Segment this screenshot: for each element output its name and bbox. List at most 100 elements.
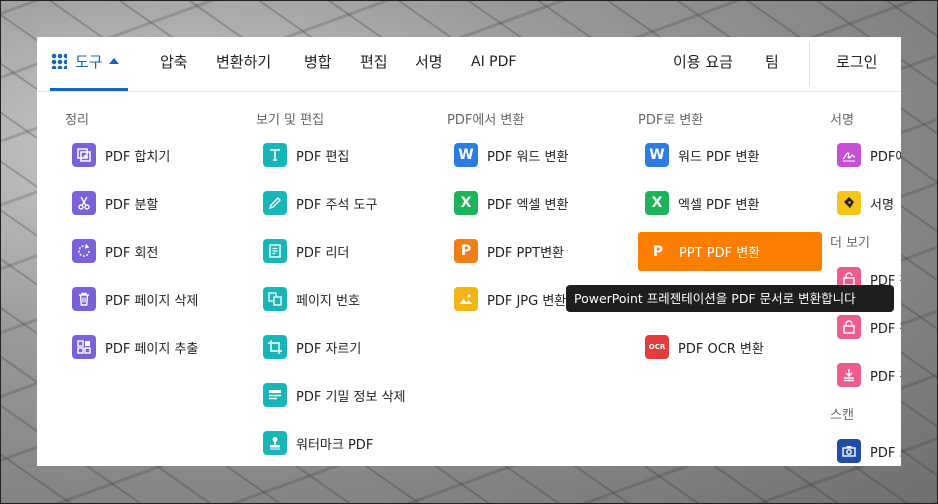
- crop-icon: [263, 335, 287, 359]
- nav-divider: [809, 42, 810, 86]
- item-label: 서명: [870, 197, 894, 213]
- text-edit-icon: [263, 143, 287, 167]
- col-title-from-pdf: PDF에서 변환: [447, 113, 525, 128]
- item-word-to-pdf[interactable]: W 워드 PDF 변환: [637, 136, 759, 174]
- item-label: PDF 페이지 추출: [105, 341, 199, 357]
- item-sign[interactable]: 서명: [829, 184, 894, 222]
- item-label: PDF PPT변환: [487, 245, 564, 261]
- item-label: PDF 편집: [296, 149, 350, 165]
- item-label: 엑셀 PDF 변환: [678, 197, 760, 213]
- nav-sign[interactable]: 서명: [415, 37, 443, 91]
- caret-up-icon: [108, 58, 119, 64]
- item-label: PDF에: [870, 149, 901, 165]
- col-title-more: 더 보기: [830, 236, 871, 251]
- scissors-icon: [72, 191, 96, 215]
- extract-grid-icon: [72, 335, 96, 359]
- nav-edit[interactable]: 편집: [360, 37, 388, 91]
- grid-icon: [51, 53, 67, 69]
- nav-merge[interactable]: 병합: [304, 37, 332, 91]
- word-icon: W: [645, 143, 669, 167]
- item-pdf-reader[interactable]: PDF 리더: [255, 232, 349, 270]
- item-pdf-to-ppt[interactable]: P PDF PPT변환: [446, 232, 564, 270]
- tooltip: PowerPoint 프레젠테이션을 PDF 문서로 변환합니다: [566, 285, 894, 312]
- item-watermark-pdf[interactable]: 워터마크 PDF: [255, 424, 373, 462]
- nav-tools-menu[interactable]: 도구: [51, 37, 119, 91]
- ocr-icon: OCR: [645, 335, 669, 359]
- col-title-view-edit: 보기 및 편집: [256, 113, 325, 128]
- nav-pricing[interactable]: 이용 요금: [673, 37, 733, 91]
- item-label: PDF 합치기: [105, 149, 171, 165]
- flatten-icon: [837, 363, 861, 387]
- merge-icon: [72, 143, 96, 167]
- col-title-to-pdf: PDF로 변환: [638, 113, 704, 128]
- item-rotate-pdf[interactable]: PDF 회전: [64, 232, 158, 270]
- signature-icon: [837, 143, 861, 167]
- item-label: 페이지 번호: [296, 293, 360, 309]
- item-edit-pdf[interactable]: PDF 편집: [255, 136, 349, 174]
- col-title-sign: 서명: [830, 113, 854, 128]
- col-title-organize: 정리: [65, 113, 89, 128]
- item-excel-to-pdf[interactable]: X 엑셀 PDF 변환: [637, 184, 759, 222]
- item-label: PDF 워드 변환: [487, 149, 569, 165]
- item-label: PDF 페이지 삭제: [105, 293, 199, 309]
- item-split-pdf[interactable]: PDF 분할: [64, 184, 158, 222]
- document-icon: [263, 239, 287, 263]
- item-merge-pdf[interactable]: PDF 합치기: [64, 136, 170, 174]
- item-label: 워드 PDF 변환: [678, 149, 760, 165]
- camera-icon: [837, 439, 861, 463]
- item-delete-pages[interactable]: PDF 페이지 삭제: [64, 280, 198, 318]
- item-pdf-to-jpg[interactable]: PDF JPG 변환: [446, 280, 566, 318]
- nav-ai-pdf[interactable]: AI PDF: [471, 37, 516, 91]
- item-label: PDF 평: [870, 369, 901, 385]
- excel-icon: X: [454, 191, 478, 215]
- item-sign-pdf[interactable]: PDF에: [829, 136, 901, 174]
- top-nav: 도구 압축 변환하기 병합 편집 서명 AI PDF 이용 요금 팀 로그인: [37, 37, 901, 92]
- item-pdf-to-word[interactable]: W PDF 워드 변환: [446, 136, 568, 174]
- item-label: PDF 분할: [105, 197, 159, 213]
- nav-team[interactable]: 팀: [765, 37, 779, 91]
- pen-nib-icon: [837, 191, 861, 215]
- item-label: PDF 리더: [296, 245, 350, 261]
- rotate-icon: [72, 239, 96, 263]
- item-label: PDF 스: [870, 445, 901, 461]
- item-label: PDF 기밀 정보 삭제: [296, 389, 406, 405]
- item-scan-pdf[interactable]: PDF 스: [829, 432, 901, 466]
- item-label: PDF 엑셀 변환: [487, 197, 569, 213]
- item-label: PPT PDF 변환: [679, 246, 761, 261]
- item-pdf-to-excel[interactable]: X PDF 엑셀 변환: [446, 184, 568, 222]
- item-ppt-to-pdf[interactable]: P PPT PDF 변환: [638, 232, 822, 271]
- stamp-icon: [263, 431, 287, 455]
- item-page-numbers[interactable]: 페이지 번호: [255, 280, 360, 318]
- powerpoint-icon: P: [454, 239, 478, 263]
- login-button[interactable]: 로그인: [836, 37, 877, 91]
- excel-icon: X: [645, 191, 669, 215]
- page-number-icon: [263, 287, 287, 311]
- item-crop-pdf[interactable]: PDF 자르기: [255, 328, 361, 366]
- trash-icon: [72, 287, 96, 311]
- nav-compress[interactable]: 압축: [160, 37, 188, 91]
- item-label: PDF 자르기: [296, 341, 362, 357]
- active-tab-indicator: [50, 88, 128, 91]
- nav-convert[interactable]: 변환하기: [216, 37, 271, 91]
- lock-icon: [837, 315, 861, 339]
- item-redact-pdf[interactable]: PDF 기밀 정보 삭제: [255, 376, 405, 414]
- item-label: PDF 회전: [105, 245, 159, 261]
- pen-icon: [263, 191, 287, 215]
- image-icon: [454, 287, 478, 311]
- item-pdf-ocr[interactable]: OCR PDF OCR 변환: [637, 328, 764, 366]
- item-protect-pdf[interactable]: PDF 잠: [829, 308, 901, 346]
- item-label: PDF 잠: [870, 321, 901, 337]
- item-flatten-pdf[interactable]: PDF 평: [829, 356, 901, 394]
- item-extract-pages[interactable]: PDF 페이지 추출: [64, 328, 198, 366]
- tools-dropdown-panel: 도구 압축 변환하기 병합 편집 서명 AI PDF 이용 요금 팀 로그인 정…: [37, 37, 901, 466]
- item-label: PDF OCR 변환: [678, 341, 764, 357]
- item-label: PDF JPG 변환: [487, 293, 567, 309]
- redact-icon: [263, 383, 287, 407]
- item-label: PDF 주석 도구: [296, 197, 378, 213]
- word-icon: W: [454, 143, 478, 167]
- powerpoint-icon: P: [652, 243, 664, 260]
- item-label: 워터마크 PDF: [296, 437, 374, 453]
- nav-tools-label: 도구: [75, 53, 103, 71]
- col-title-scan: 스캔: [830, 408, 854, 423]
- item-annotate-pdf[interactable]: PDF 주석 도구: [255, 184, 377, 222]
